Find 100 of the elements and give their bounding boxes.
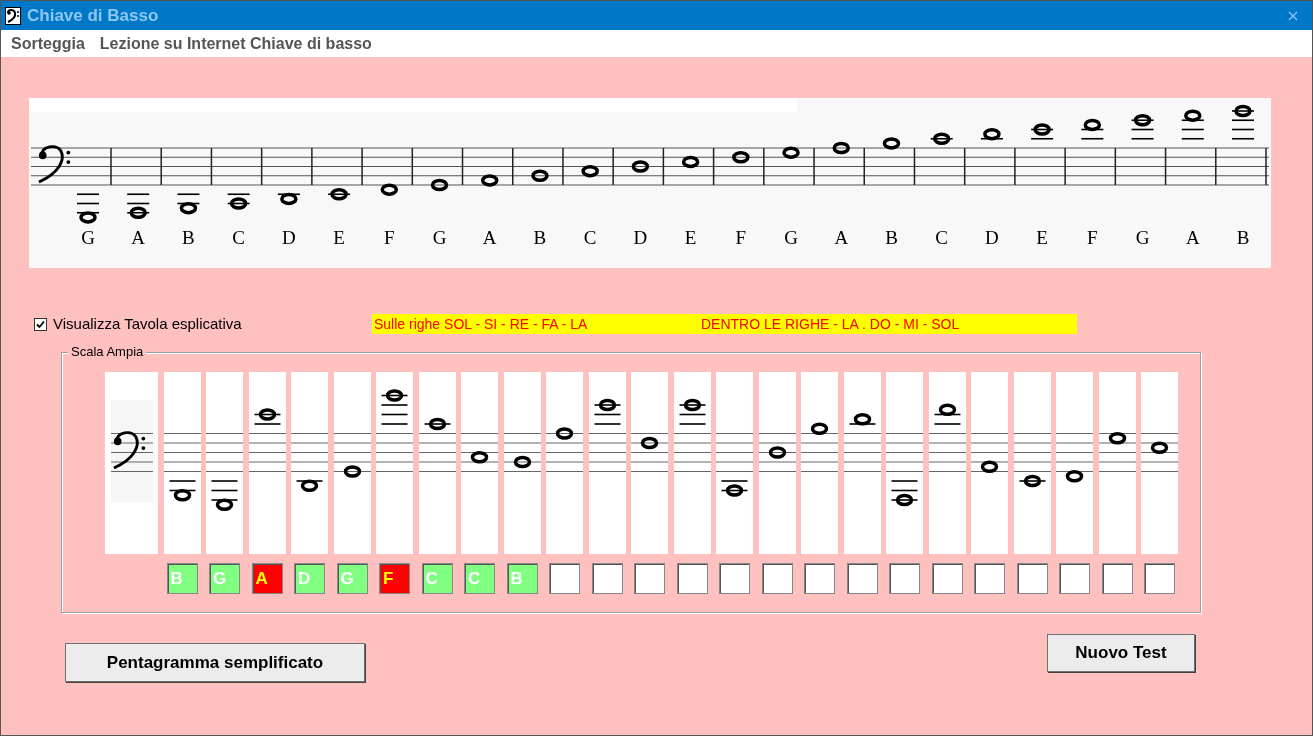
whole-note [470, 451, 489, 464]
answer-field[interactable] [1101, 563, 1133, 594]
note-label: A [482, 227, 497, 248]
hint-text: DENTRO LE RIGHE - LA . DO - MI - SOL [701, 314, 960, 334]
whole-note [430, 178, 449, 192]
answer-field[interactable] [846, 563, 878, 594]
whole-note [380, 183, 399, 196]
whole-note [481, 174, 499, 187]
whole-note [295, 479, 324, 492]
whole-note [929, 132, 954, 145]
whole-note [277, 192, 301, 206]
checkbox[interactable] [34, 317, 47, 331]
whole-note [640, 436, 659, 450]
whole-note [890, 480, 919, 507]
answer-field[interactable] [804, 563, 835, 594]
note-label: F [1087, 227, 1098, 248]
whole-note [210, 480, 239, 511]
whole-note [126, 193, 150, 219]
whole-note [176, 193, 201, 215]
answer-field[interactable] [719, 563, 750, 594]
answer-field[interactable] [1016, 563, 1048, 594]
bass-clef-icon [38, 145, 71, 184]
note-label: B [885, 227, 898, 248]
whole-note [1150, 441, 1169, 454]
note-label: D [985, 227, 999, 248]
note-label: B [533, 227, 547, 248]
answer-field[interactable] [634, 563, 665, 594]
whole-note [513, 455, 531, 469]
whole-note [631, 160, 650, 173]
whole-note [76, 193, 100, 224]
answer-field[interactable]: A [251, 563, 283, 594]
answer-field[interactable] [974, 563, 1005, 594]
answer-field[interactable] [549, 563, 580, 594]
whole-note [226, 193, 251, 210]
note-label: F [735, 227, 747, 248]
whole-note [555, 427, 574, 440]
note-label: E [684, 227, 697, 248]
whole-note [380, 389, 409, 425]
answer-field[interactable] [1059, 563, 1090, 594]
whole-note [581, 164, 599, 178]
note-label: A [131, 227, 146, 248]
note-label: D [282, 227, 296, 248]
whole-note [1231, 104, 1255, 140]
bass-clef-icon [113, 431, 146, 470]
whole-note [593, 398, 621, 425]
note-label: C [583, 227, 597, 248]
whole-note [678, 398, 706, 425]
menu-item[interactable]: Sorteggia [11, 31, 85, 56]
note-label: B [182, 227, 195, 248]
whole-note [343, 465, 361, 478]
bass-clef-icon [5, 6, 21, 25]
whole-note [768, 446, 786, 459]
whole-note [810, 422, 829, 435]
whole-note [732, 151, 750, 164]
whole-note [832, 141, 850, 155]
whole-note [882, 137, 901, 150]
answer-field[interactable]: F [379, 563, 410, 594]
menu-item[interactable]: Lezione su Internet Chiave di basso [99, 31, 372, 56]
whole-note [933, 403, 961, 425]
whole-note [720, 480, 749, 497]
whole-note [1065, 470, 1084, 483]
note-label: G [1135, 227, 1150, 248]
whole-note [253, 408, 281, 425]
whole-note [1130, 114, 1155, 140]
answer-field[interactable] [761, 563, 793, 594]
note-label: G [81, 227, 95, 248]
note-label: F [384, 227, 395, 248]
note-label: E [333, 227, 345, 248]
window-title: Chiave di Basso [27, 4, 159, 27]
note-label: G [432, 227, 447, 248]
whole-note [782, 146, 800, 159]
note-label: A [1185, 227, 1200, 248]
answer-field[interactable] [591, 563, 623, 594]
note-label: C [232, 227, 245, 248]
checkbox-label[interactable]: Visualizza Tavola esplicativa [53, 312, 242, 336]
note-label: E [1036, 227, 1048, 248]
simplified-staff-button[interactable]: Pentagramma semplificato [65, 643, 365, 682]
note-label: B [1236, 227, 1250, 248]
close-icon[interactable] [1288, 10, 1298, 21]
whole-note [1030, 123, 1054, 140]
whole-note [168, 480, 196, 502]
whole-note [980, 460, 999, 473]
whole-note [980, 127, 1004, 141]
answer-field[interactable] [889, 563, 920, 594]
answer-field[interactable] [1144, 563, 1175, 594]
whole-note [681, 155, 700, 169]
note-label: C [935, 227, 949, 248]
whole-note [1108, 432, 1126, 445]
note-label: D [633, 227, 648, 248]
whole-note [1018, 474, 1046, 488]
whole-note [327, 188, 351, 201]
new-test-button[interactable]: Nuovo Test [1047, 634, 1195, 672]
note-label: A [834, 227, 849, 248]
whole-note [1080, 118, 1105, 140]
note-label: G [784, 227, 798, 248]
group-title: Scala Ampia [68, 344, 147, 360]
hint-text: Sulle righe SOL - SI - RE - FA - LA [374, 314, 589, 334]
whole-note [531, 169, 549, 182]
answer-field[interactable] [676, 563, 708, 594]
answer-field[interactable] [931, 563, 963, 594]
